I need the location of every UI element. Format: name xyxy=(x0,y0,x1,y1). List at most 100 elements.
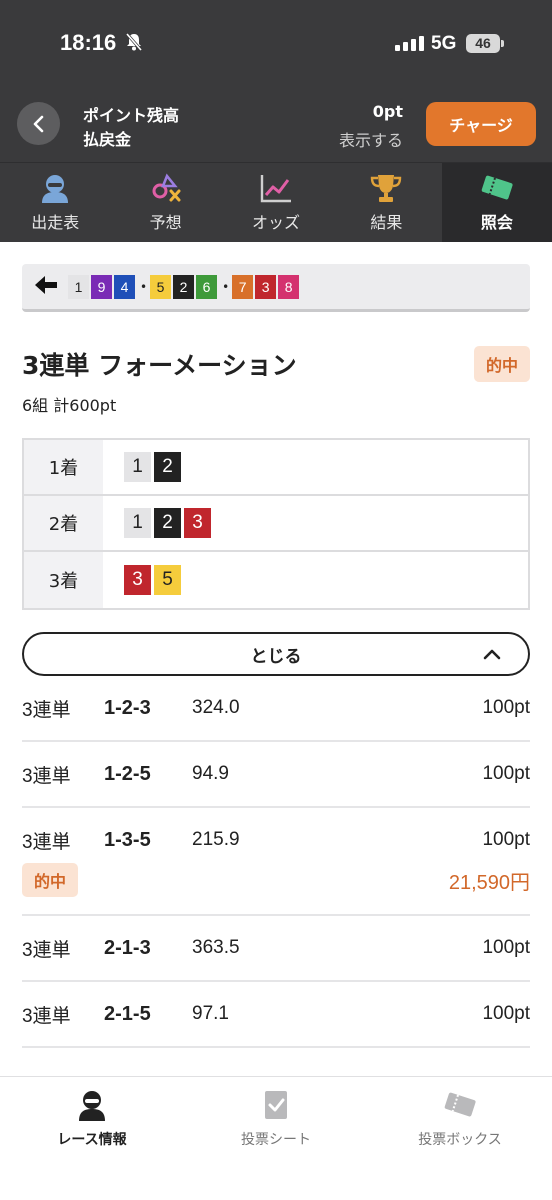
tab-label: 照会 xyxy=(480,212,513,232)
arrow-left-icon xyxy=(34,275,58,299)
tab-results[interactable]: 結果 xyxy=(331,163,441,242)
position-label: 2着 xyxy=(24,496,103,550)
status-bar: 18:16 5G 46 xyxy=(0,0,552,90)
formation-row: 1着 1 2 xyxy=(24,440,528,496)
odds: 324.0 xyxy=(192,697,240,718)
bet-summary-bar[interactable]: 1 9 4 • 5 2 6 • 7 3 8 xyxy=(22,264,530,312)
group-separator: • xyxy=(222,279,230,294)
boat-numbers: 35 xyxy=(103,552,528,608)
boat-number-chip: 3 xyxy=(124,565,151,595)
boat-number-chip: 3 xyxy=(184,508,211,538)
hit-badge: 的中 xyxy=(473,346,530,382)
nav-label: 投票シート xyxy=(241,1132,311,1148)
boat-numbers: 123 xyxy=(103,496,528,550)
bet-type: 3連単 xyxy=(22,939,71,961)
payout-line: 的中 21,590円 xyxy=(22,863,530,897)
result-list: 3連単 1-2-3 324.0 100pt 3連単 1-2-5 94.9 100pt 3連単 1-… xyxy=(22,676,530,1048)
chevron-left-icon xyxy=(33,115,43,132)
combination: 1-3-5 xyxy=(104,828,151,851)
stake: 100pt xyxy=(482,1003,530,1024)
result-item: 3連単 1-3-5 215.9 100pt 的中 21,590円 xyxy=(22,808,530,916)
result-line: 3連単 1-2-3 324.0 100pt xyxy=(22,693,530,723)
bet-type: 3連単 xyxy=(22,699,71,721)
nav-label: 投票ボックス xyxy=(418,1132,502,1148)
boat-number-chip: 7 xyxy=(232,274,254,299)
result-line: 3連単 2-1-3 363.5 100pt xyxy=(22,933,530,963)
bell-muted-icon xyxy=(124,32,144,56)
tab-prediction[interactable]: 予想 xyxy=(110,163,220,242)
result-item: 3連単 2-1-5 97.1 100pt xyxy=(22,982,530,1048)
status-time: 18:16 xyxy=(60,30,117,55)
bottom-nav: レース情報 投票シート 投票ボックス xyxy=(0,1076,552,1200)
bet-title: 3連単 フォーメーション xyxy=(22,351,297,380)
show-refund-link[interactable]: 表示する xyxy=(339,127,403,151)
tab-inquiry[interactable]: 照会 xyxy=(441,163,552,242)
charge-button[interactable]: チャージ xyxy=(426,102,536,146)
close-label: とじる xyxy=(250,646,302,667)
tab-entries[interactable]: 出走表 xyxy=(0,163,110,242)
close-button[interactable]: とじる xyxy=(22,632,530,676)
result-item: 3連単 1-2-3 324.0 100pt xyxy=(22,676,530,742)
tab-label: 予想 xyxy=(149,212,182,232)
bet-type: 3連単 xyxy=(22,765,71,787)
result-line: 3連単 2-1-5 97.1 100pt xyxy=(22,999,530,1029)
result-item: 3連単 2-1-3 363.5 100pt xyxy=(22,916,530,982)
odds: 97.1 xyxy=(192,1003,229,1024)
tab-odds[interactable]: オッズ xyxy=(221,163,331,242)
racer-icon xyxy=(79,1091,105,1121)
combination: 2-1-5 xyxy=(104,1002,151,1025)
boat-number-chip: 2 xyxy=(154,508,181,538)
main-content: 1 9 4 • 5 2 6 • 7 3 8 3連単 フォーメーション 的中 6組 計600pt 1着… xyxy=(0,242,552,1076)
formation-row: 2着 1 2 3 xyxy=(24,496,528,552)
boat-number-chip: 2 xyxy=(173,274,195,299)
formation-row: 3着 3 5 xyxy=(24,552,528,608)
boat-number-chip: 5 xyxy=(154,565,181,595)
boat-number-chip: 1 xyxy=(68,274,89,299)
result-line: 3連単 1-2-5 94.9 100pt xyxy=(22,759,530,789)
boat-number-chip: 1 xyxy=(124,508,151,538)
back-button[interactable] xyxy=(17,102,60,145)
position-label: 3着 xyxy=(24,552,103,608)
battery-tip xyxy=(501,40,504,47)
boat-number-chip: 3 xyxy=(255,274,277,299)
ticket-icon xyxy=(481,175,513,199)
boat-number-chip: 5 xyxy=(150,274,172,299)
odds: 363.5 xyxy=(192,937,240,958)
boat-number-chip: 6 xyxy=(196,274,218,299)
stake: 100pt xyxy=(482,763,530,784)
boat-number-chip: 8 xyxy=(278,274,300,299)
result-line: 3連単 1-3-5 215.9 100pt xyxy=(22,825,530,855)
tab-label: オッズ xyxy=(252,212,301,232)
combination: 1-2-5 xyxy=(104,762,151,785)
stake: 100pt xyxy=(482,829,530,850)
bet-summary-text: 6組 計600pt xyxy=(22,396,117,415)
signal-icon xyxy=(395,36,424,51)
nav-bet-sheet[interactable]: 投票シート xyxy=(184,1089,368,1200)
race-tabs: 出走表 予想 オッズ 結果 照会 xyxy=(0,162,552,242)
points-value: 0pt xyxy=(372,102,403,121)
hit-badge: 的中 xyxy=(22,863,79,897)
stake: 100pt xyxy=(482,937,530,958)
ticket-box-icon xyxy=(444,1092,476,1117)
points-label: ポイント残高 xyxy=(83,106,180,125)
nav-race-info[interactable]: レース情報 xyxy=(0,1089,184,1200)
refund-label: 払戻金 xyxy=(83,130,132,149)
odds: 215.9 xyxy=(192,829,240,850)
odds: 94.9 xyxy=(192,763,229,784)
chevron-up-icon xyxy=(483,649,501,660)
check-sheet-icon xyxy=(265,1091,287,1119)
boat-number-chip: 2 xyxy=(154,452,181,482)
tab-label: 出走表 xyxy=(31,212,80,232)
tab-label: 結果 xyxy=(370,212,403,232)
position-label: 1着 xyxy=(24,440,103,494)
result-item: 3連単 1-2-5 94.9 100pt xyxy=(22,742,530,808)
battery-icon: 46 xyxy=(466,34,500,53)
boat-number-chip: 4 xyxy=(114,274,135,299)
bet-type: 3連単 xyxy=(22,1005,71,1027)
boat-number-chip: 1 xyxy=(124,452,151,482)
nav-label: レース情報 xyxy=(57,1132,127,1148)
trophy-icon xyxy=(371,174,402,202)
combination: 1-2-3 xyxy=(104,696,151,719)
nav-bet-box[interactable]: 投票ボックス xyxy=(368,1089,552,1200)
network-label: 5G xyxy=(431,33,457,54)
